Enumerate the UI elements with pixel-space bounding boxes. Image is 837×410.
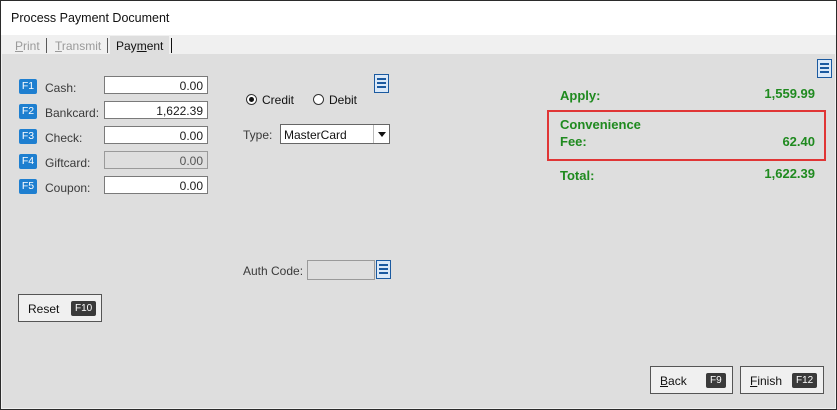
window-title: Process Payment Document <box>11 11 170 25</box>
type-label: Type: <box>243 128 273 142</box>
apply-label: Apply: <box>560 88 601 103</box>
title-bar: Process Payment Document <box>1 1 836 35</box>
reset-button[interactable]: Reset F10 <box>18 294 102 322</box>
tab-payment[interactable]: Payment <box>110 36 170 54</box>
payment-window: Process Payment Document Print Transmit … <box>0 0 837 410</box>
tab-print[interactable]: Print <box>15 39 40 53</box>
coupon-label: Coupon: <box>45 181 91 195</box>
credit-label: Credit <box>262 93 295 107</box>
bankcard-input[interactable]: 1,622.39 <box>104 101 208 119</box>
auth-code-menu-icon[interactable] <box>376 260 391 279</box>
bankcard-label: Bankcard: <box>45 106 100 120</box>
f5-key-badge: F5 <box>19 179 37 194</box>
tab-transmit[interactable]: Transmit <box>55 39 101 53</box>
finish-key-badge: F12 <box>792 373 818 388</box>
back-button[interactable]: Back F9 <box>650 366 733 394</box>
reset-key-badge: F10 <box>71 301 97 316</box>
back-key-badge: F9 <box>706 373 726 388</box>
debit-label: Debit <box>329 93 358 107</box>
auth-code-input[interactable] <box>307 260 375 280</box>
f1-key-badge: F1 <box>19 79 37 94</box>
tab-bar: Print Transmit Payment <box>1 36 836 54</box>
apply-value: 1,559.99 <box>764 86 815 101</box>
credit-radio[interactable] <box>246 94 257 105</box>
f4-key-badge: F4 <box>19 154 37 169</box>
cash-input[interactable]: 0.00 <box>104 76 208 94</box>
total-label: Total: <box>560 168 595 183</box>
card-options-menu-icon[interactable] <box>374 74 389 93</box>
tab-divider <box>171 38 172 53</box>
auth-code-label: Auth Code: <box>243 264 304 278</box>
giftcard-label: Giftcard: <box>45 156 91 170</box>
card-type-value: MasterCard <box>284 128 347 142</box>
finish-button-label: Finish <box>750 374 783 388</box>
payment-panel: F1 Cash: 0.00 F2 Bankcard: 1,622.39 F3 C… <box>2 54 835 408</box>
tab-divider <box>107 38 108 53</box>
cash-label: Cash: <box>45 81 77 95</box>
check-input[interactable]: 0.00 <box>104 126 208 144</box>
f3-key-badge: F3 <box>19 129 37 144</box>
back-button-label: Back <box>660 374 687 388</box>
tab-divider <box>46 38 47 53</box>
finish-button[interactable]: Finish F12 <box>740 366 824 394</box>
f2-key-badge: F2 <box>19 104 37 119</box>
convenience-fee-label-line2: Fee: <box>560 134 587 149</box>
convenience-fee-value: 62.40 <box>782 134 815 149</box>
check-label: Check: <box>45 131 83 145</box>
card-type-select[interactable]: MasterCard <box>280 124 390 144</box>
coupon-input[interactable]: 0.00 <box>104 176 208 194</box>
total-value: 1,622.39 <box>764 166 815 181</box>
convenience-fee-label: Convenience <box>560 117 641 132</box>
chevron-down-icon[interactable] <box>373 125 389 143</box>
debit-radio[interactable] <box>313 94 324 105</box>
summary-menu-icon[interactable] <box>817 59 832 78</box>
reset-button-label: Reset <box>28 302 60 316</box>
giftcard-input: 0.00 <box>104 151 208 169</box>
